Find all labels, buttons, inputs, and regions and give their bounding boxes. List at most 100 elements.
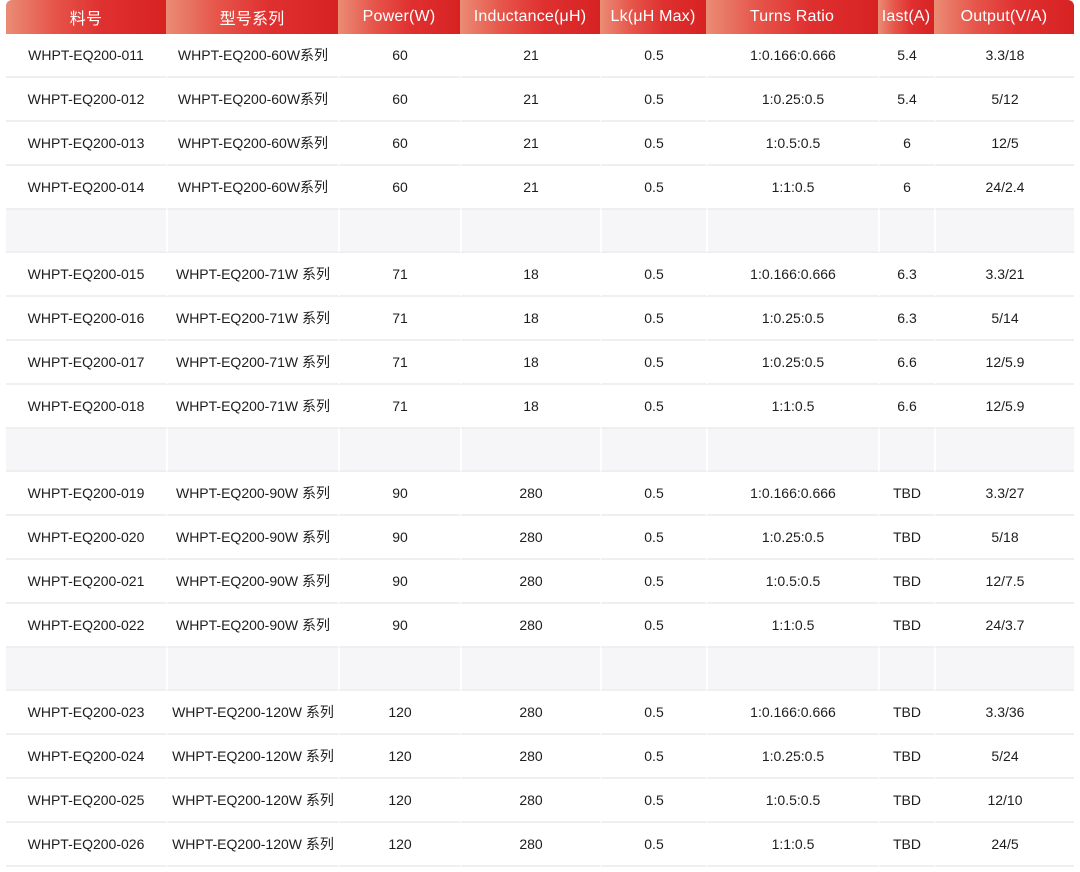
- cell-output: 5/24: [934, 735, 1074, 779]
- cell-output: 12/5.9: [934, 341, 1074, 385]
- cell-leakage-inductance: 0.5: [600, 78, 706, 122]
- cell-inductance: 21: [460, 78, 600, 122]
- cell-model-series: WHPT-EQ200-60W系列: [166, 34, 338, 78]
- cell-power: [338, 648, 460, 691]
- cell-saturation-current: [878, 210, 934, 253]
- header-row: 料号 型号系列 Power(W) Inductance(μH) Lk(μH Ma…: [6, 0, 1074, 34]
- table-row: WHPT-EQ200-014 WHPT-EQ200-60W系列 60 21 0.5 1:1…: [6, 166, 1074, 210]
- cell-saturation-current: TBD: [878, 779, 934, 823]
- cell-model-series: WHPT-EQ200-120W 系列: [166, 779, 338, 823]
- cell-part-number: WHPT-EQ200-025: [6, 779, 166, 823]
- cell-part-number: [6, 648, 166, 691]
- cell-power: 71: [338, 253, 460, 297]
- cell-saturation-current: 6.6: [878, 341, 934, 385]
- cell-turns-ratio: 1:1:0.5: [706, 385, 878, 429]
- cell-turns-ratio: 1:1:0.5: [706, 604, 878, 648]
- table-row: WHPT-EQ200-017 WHPT-EQ200-71W 系列 71 18 0.5 1:…: [6, 341, 1074, 385]
- group-spacer-row: [6, 429, 1074, 472]
- cell-saturation-current: 6.3: [878, 297, 934, 341]
- cell-part-number: WHPT-EQ200-023: [6, 691, 166, 735]
- cell-output: 3.3/18: [934, 34, 1074, 78]
- cell-inductance: 280: [460, 823, 600, 867]
- cell-power: 90: [338, 516, 460, 560]
- cell-power: 90: [338, 604, 460, 648]
- cell-power: 120: [338, 691, 460, 735]
- cell-part-number: WHPT-EQ200-026: [6, 823, 166, 867]
- group-spacer-row: [6, 210, 1074, 253]
- table-row: WHPT-EQ200-012 WHPT-EQ200-60W系列 60 21 0.5 1:0…: [6, 78, 1074, 122]
- cell-model-series: WHPT-EQ200-90W 系列: [166, 516, 338, 560]
- cell-inductance: 280: [460, 516, 600, 560]
- cell-model-series: WHPT-EQ200-60W系列: [166, 78, 338, 122]
- cell-part-number: WHPT-EQ200-021: [6, 560, 166, 604]
- cell-turns-ratio: [706, 648, 878, 691]
- cell-output: 5/18: [934, 516, 1074, 560]
- cell-part-number: WHPT-EQ200-017: [6, 341, 166, 385]
- cell-model-series: WHPT-EQ200-71W 系列: [166, 385, 338, 429]
- cell-leakage-inductance: 0.5: [600, 604, 706, 648]
- cell-saturation-current: 6.3: [878, 253, 934, 297]
- cell-power: 90: [338, 560, 460, 604]
- cell-part-number: WHPT-EQ200-022: [6, 604, 166, 648]
- cell-inductance: [460, 648, 600, 691]
- cell-power: 71: [338, 341, 460, 385]
- cell-power: 120: [338, 735, 460, 779]
- cell-leakage-inductance: 0.5: [600, 472, 706, 516]
- table-row: WHPT-EQ200-025 WHPT-EQ200-120W 系列 120 280 0.…: [6, 779, 1074, 823]
- cell-saturation-current: 6.6: [878, 385, 934, 429]
- cell-leakage-inductance: 0.5: [600, 560, 706, 604]
- cell-inductance: 280: [460, 604, 600, 648]
- table-row: WHPT-EQ200-023 WHPT-EQ200-120W 系列 120 280 0.…: [6, 691, 1074, 735]
- header-turns-ratio: Turns Ratio: [706, 0, 878, 34]
- cell-leakage-inductance: 0.5: [600, 735, 706, 779]
- cell-inductance: 280: [460, 472, 600, 516]
- cell-part-number: [6, 429, 166, 472]
- cell-output: 12/5.9: [934, 385, 1074, 429]
- cell-inductance: 18: [460, 297, 600, 341]
- cell-turns-ratio: 1:0.25:0.5: [706, 297, 878, 341]
- cell-turns-ratio: 1:0.166:0.666: [706, 691, 878, 735]
- cell-inductance: [460, 429, 600, 472]
- cell-output: 5/14: [934, 297, 1074, 341]
- cell-power: 120: [338, 823, 460, 867]
- cell-turns-ratio: [706, 429, 878, 472]
- cell-model-series: WHPT-EQ200-60W系列: [166, 166, 338, 210]
- cell-saturation-current: TBD: [878, 560, 934, 604]
- cell-inductance: 280: [460, 735, 600, 779]
- cell-power: 90: [338, 472, 460, 516]
- cell-saturation-current: TBD: [878, 735, 934, 779]
- cell-inductance: 21: [460, 34, 600, 78]
- cell-saturation-current: 6: [878, 122, 934, 166]
- cell-turns-ratio: 1:0.166:0.666: [706, 253, 878, 297]
- cell-leakage-inductance: 0.5: [600, 779, 706, 823]
- cell-output: 3.3/27: [934, 472, 1074, 516]
- cell-part-number: WHPT-EQ200-020: [6, 516, 166, 560]
- cell-saturation-current: 5.4: [878, 78, 934, 122]
- cell-saturation-current: TBD: [878, 516, 934, 560]
- cell-turns-ratio: 1:0.5:0.5: [706, 779, 878, 823]
- cell-leakage-inductance: 0.5: [600, 691, 706, 735]
- table-row: WHPT-EQ200-019 WHPT-EQ200-90W 系列 90 280 0.5 1…: [6, 472, 1074, 516]
- cell-turns-ratio: [706, 210, 878, 253]
- header-model-series: 型号系列: [166, 0, 338, 34]
- cell-inductance: 21: [460, 122, 600, 166]
- cell-inductance: 18: [460, 341, 600, 385]
- table-row: WHPT-EQ200-021 WHPT-EQ200-90W 系列 90 280 0.5 1…: [6, 560, 1074, 604]
- cell-leakage-inductance: [600, 648, 706, 691]
- cell-saturation-current: TBD: [878, 823, 934, 867]
- cell-model-series: WHPT-EQ200-71W 系列: [166, 253, 338, 297]
- cell-leakage-inductance: 0.5: [600, 166, 706, 210]
- cell-leakage-inductance: 0.5: [600, 385, 706, 429]
- cell-power: 60: [338, 78, 460, 122]
- cell-saturation-current: TBD: [878, 472, 934, 516]
- cell-power: [338, 429, 460, 472]
- cell-model-series: [166, 210, 338, 253]
- cell-turns-ratio: 1:1:0.5: [706, 823, 878, 867]
- cell-model-series: WHPT-EQ200-90W 系列: [166, 604, 338, 648]
- cell-output: [934, 648, 1074, 691]
- cell-model-series: WHPT-EQ200-71W 系列: [166, 341, 338, 385]
- cell-saturation-current: [878, 429, 934, 472]
- table-header: 料号 型号系列 Power(W) Inductance(μH) Lk(μH Ma…: [6, 0, 1074, 34]
- cell-inductance: 280: [460, 779, 600, 823]
- cell-saturation-current: TBD: [878, 691, 934, 735]
